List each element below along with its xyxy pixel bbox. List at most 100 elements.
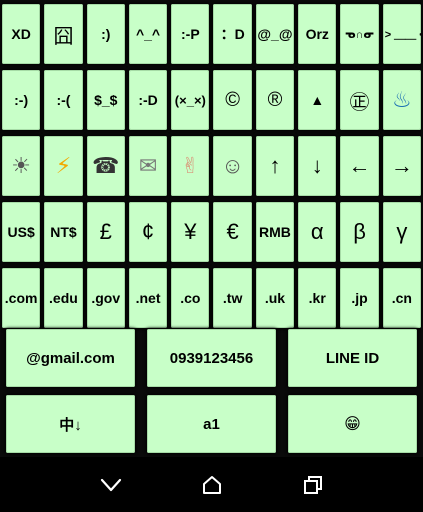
key-sun[interactable]: ☀ xyxy=(2,136,41,196)
key-kaomoji-cap[interactable]: ᓀ∩ᓂ xyxy=(340,4,379,64)
key-label: ♨ xyxy=(391,87,412,112)
key-smiley[interactable]: ☺ xyxy=(213,136,252,196)
key-dot-tw[interactable]: .tw xyxy=(213,268,252,328)
key-smile-nose[interactable]: :-) xyxy=(2,70,41,130)
key-label: :-D xyxy=(138,92,158,108)
key-lightning[interactable]: ⚡ xyxy=(44,136,83,196)
key-arrow-left[interactable]: ← xyxy=(340,136,379,196)
key-phone-number[interactable]: 0939123456 xyxy=(147,329,276,387)
key-dot-cn[interactable]: .cn xyxy=(382,268,421,328)
key-kaomoji-frown[interactable]: > ＿＿ < xyxy=(382,4,421,64)
key-cent[interactable]: ¢ xyxy=(128,202,168,262)
key-dizzy[interactable]: @_@ xyxy=(255,4,295,64)
key-telephone[interactable]: ☎ xyxy=(86,136,125,196)
key-beta[interactable]: β xyxy=(340,202,379,262)
key-laugh[interactable]: :-D xyxy=(128,70,168,130)
key-row-1: XD 囧 :) ^_^ :-P ：D @_@ Orz ᓀ∩ᓂ > ＿＿ < xyxy=(0,2,423,66)
key-label: RMB xyxy=(259,224,291,240)
key-label: .net xyxy=(135,290,161,306)
smiley-icon: ☺ xyxy=(221,153,244,178)
key-copyright[interactable]: © xyxy=(213,70,252,130)
key-dot-net[interactable]: .net xyxy=(128,268,168,328)
emoji-keyboard: XD 囧 :) ^_^ :-P ：D @_@ Orz ᓀ∩ᓂ > ＿＿ < :-… xyxy=(0,0,423,457)
key-knocked-out[interactable]: (×_×) xyxy=(171,70,210,130)
key-dot-co[interactable]: .co xyxy=(171,268,210,328)
key-alphanumeric-switch[interactable]: a1 xyxy=(147,395,276,453)
key-gmail[interactable]: @gmail.com xyxy=(6,329,135,387)
key-pound[interactable]: £ xyxy=(86,202,125,262)
key-alpha[interactable]: α xyxy=(298,202,337,262)
key-zheng-circled[interactable]: ㊣ xyxy=(340,70,379,130)
key-dot-gov[interactable]: .gov xyxy=(86,268,125,328)
key-row-2: :-) :-( $_$ :-D (×_×) © ® ▲ ㊣ ♨ xyxy=(0,68,423,132)
sun-icon: ☀ xyxy=(11,153,32,178)
key-yen[interactable]: ¥ xyxy=(171,202,210,262)
key-row-3: ☀ ⚡ ☎ ✉ ✌ ☺ ↑ ↓ ← → xyxy=(0,134,423,198)
key-sad[interactable]: :-( xyxy=(44,70,83,130)
key-label: a1 xyxy=(203,415,220,433)
key-label: > ＿＿ < xyxy=(384,29,421,41)
key-envelope[interactable]: ✉ xyxy=(128,136,168,196)
key-dot-kr[interactable]: .kr xyxy=(298,268,337,328)
key-row-7: 中↓ a1 😁 xyxy=(0,392,423,456)
home-icon xyxy=(202,475,221,494)
key-money-eyes[interactable]: $_$ xyxy=(86,70,125,130)
key-registered[interactable]: ® xyxy=(255,70,295,130)
key-triangle[interactable]: ▲ xyxy=(298,70,337,130)
key-line-id[interactable]: LINE ID xyxy=(288,329,417,387)
key-label: ^_^ xyxy=(135,26,161,42)
key-euro[interactable]: € xyxy=(213,202,252,262)
key-label: .jp xyxy=(351,290,368,306)
key-chinese-input-switch[interactable]: 中↓ xyxy=(6,395,135,453)
key-dot-jp[interactable]: .jp xyxy=(340,268,379,328)
key-label: ¢ xyxy=(141,219,155,244)
key-row-4: US$ NT$ £ ¢ ¥ € RMB α β γ xyxy=(0,200,423,264)
key-label: € xyxy=(226,219,239,244)
key-label: (×_×) xyxy=(174,92,206,108)
telephone-icon: ☎ xyxy=(92,153,120,178)
key-dot-edu[interactable]: .edu xyxy=(44,268,83,328)
key-arrow-up[interactable]: ↑ xyxy=(255,136,295,196)
recents-button[interactable] xyxy=(293,465,333,505)
key-emoji-switch[interactable]: 😁 xyxy=(288,395,417,453)
key-label: γ xyxy=(396,219,408,244)
key-label: β xyxy=(353,219,366,244)
key-label: .tw xyxy=(222,290,243,306)
key-arrow-down[interactable]: ↓ xyxy=(298,136,337,196)
key-label: $_$ xyxy=(94,92,118,108)
arrow-down-icon: ↓ xyxy=(311,153,323,178)
key-label: ¥ xyxy=(184,219,197,244)
home-button[interactable] xyxy=(192,465,232,505)
key-dot-uk[interactable]: .uk xyxy=(255,268,295,328)
key-smile[interactable]: :) xyxy=(86,4,125,64)
key-label: .gov xyxy=(91,290,121,306)
key-hot-springs[interactable]: ♨ xyxy=(382,70,421,130)
key-xd[interactable]: XD xyxy=(2,4,41,64)
key-rmb[interactable]: RMB xyxy=(255,202,295,262)
key-arrow-right[interactable]: → xyxy=(382,136,421,196)
key-happy[interactable]: ^_^ xyxy=(128,4,168,64)
lightning-icon: ⚡ xyxy=(55,153,72,178)
key-label: 囧 xyxy=(53,25,74,48)
key-ntd[interactable]: NT$ xyxy=(44,202,83,262)
key-label: .uk xyxy=(264,290,286,306)
arrow-left-icon: ← xyxy=(348,153,371,178)
key-label: ：D xyxy=(220,26,245,42)
key-victory-hand[interactable]: ✌ xyxy=(171,136,210,196)
key-jiong[interactable]: 囧 xyxy=(44,4,83,64)
key-label: .kr xyxy=(308,290,326,306)
key-dot-com[interactable]: .com xyxy=(2,268,41,328)
back-button[interactable] xyxy=(91,465,131,505)
key-tongue[interactable]: :-P xyxy=(171,4,210,64)
key-label: Orz xyxy=(305,26,329,42)
grin-emoji-icon: 😁 xyxy=(344,416,361,433)
back-icon xyxy=(100,478,121,491)
key-orz[interactable]: Orz xyxy=(298,4,337,64)
key-label: ᓀ∩ᓂ xyxy=(344,28,375,41)
key-grin-d[interactable]: ：D xyxy=(213,4,252,64)
key-label: NT$ xyxy=(50,224,77,240)
key-label: ® xyxy=(267,88,283,111)
key-gamma[interactable]: γ xyxy=(382,202,421,262)
key-usd[interactable]: US$ xyxy=(2,202,41,262)
key-label: ㊣ xyxy=(349,91,370,114)
